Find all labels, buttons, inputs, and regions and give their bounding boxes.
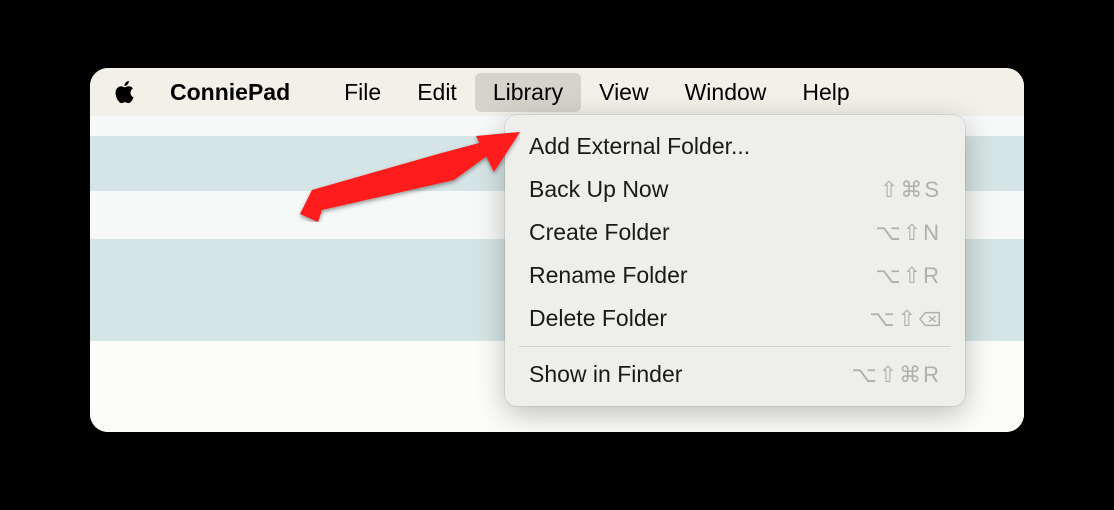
library-dropdown-menu: Add External Folder... Back Up Now ⇧⌘S C…: [505, 115, 965, 406]
menu-item-shortcut: ⌥⇧: [869, 306, 941, 332]
menu-item-back-up-now[interactable]: Back Up Now ⇧⌘S: [505, 168, 965, 211]
menu-item-label: Delete Folder: [529, 305, 667, 332]
menu-help[interactable]: Help: [784, 73, 867, 112]
menu-file[interactable]: File: [326, 73, 399, 112]
menu-item-rename-folder[interactable]: Rename Folder ⌥⇧R: [505, 254, 965, 297]
menu-item-show-in-finder[interactable]: Show in Finder ⌥⇧⌘R: [505, 353, 965, 396]
menu-item-label: Create Folder: [529, 219, 670, 246]
menu-item-label: Back Up Now: [529, 176, 668, 203]
delete-key-icon: [919, 310, 941, 328]
menu-item-delete-folder[interactable]: Delete Folder ⌥⇧: [505, 297, 965, 340]
menu-item-shortcut: ⌥⇧⌘R: [851, 362, 941, 388]
menu-separator: [519, 346, 951, 347]
menu-item-label: Add External Folder...: [529, 133, 750, 160]
menu-item-label: Rename Folder: [529, 262, 688, 289]
menu-item-shortcut: ⇧⌘S: [880, 177, 941, 203]
menu-item-shortcut: ⌥⇧R: [875, 263, 941, 289]
menu-item-label: Show in Finder: [529, 361, 682, 388]
menu-library[interactable]: Library: [475, 73, 581, 112]
menu-item-create-folder[interactable]: Create Folder ⌥⇧N: [505, 211, 965, 254]
menu-item-add-external-folder[interactable]: Add External Folder...: [505, 125, 965, 168]
app-name[interactable]: ConniePad: [162, 73, 298, 112]
apple-logo-icon[interactable]: [114, 80, 134, 104]
menu-window[interactable]: Window: [667, 73, 785, 112]
menu-view[interactable]: View: [581, 73, 666, 112]
menu-item-shortcut: ⌥⇧N: [875, 220, 941, 246]
menu-edit[interactable]: Edit: [399, 73, 475, 112]
menubar: ConniePad File Edit Library View Window …: [90, 68, 1024, 116]
